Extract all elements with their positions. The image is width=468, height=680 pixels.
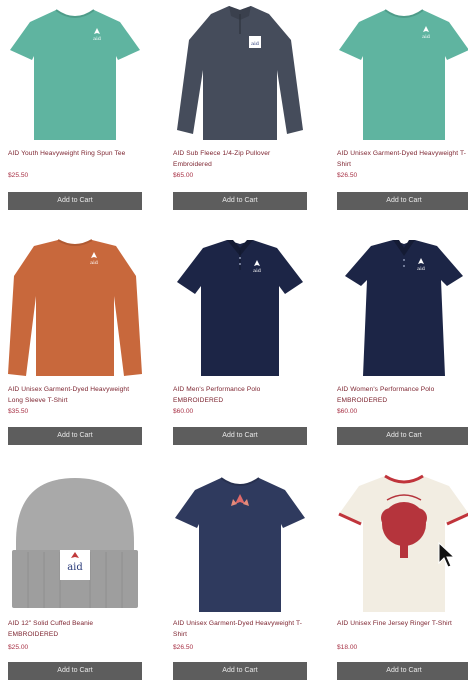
product-price: $26.50 [173, 644, 194, 651]
product-title[interactable]: AID Men's Performance Polo EMBROIDERED [173, 384, 307, 406]
product-image[interactable]: aid [173, 236, 307, 378]
product-title[interactable]: AID Unisex Garment-Dyed Heavyweight T-Sh… [173, 618, 307, 640]
product-price: $60.00 [337, 408, 358, 415]
svg-text:aid: aid [417, 266, 426, 272]
product-title[interactable]: AID 12" Solid Cuffed Beanie EMBROIDERED [8, 618, 142, 640]
product-price: $26.50 [337, 172, 358, 179]
add-to-cart-button[interactable]: Add to Cart [337, 427, 468, 445]
product-price: $25.50 [8, 172, 29, 179]
product-title[interactable]: AID Unisex Garment-Dyed Heavyweight Long… [8, 384, 142, 406]
product-title[interactable]: AID Unisex Fine Jersey Ringer T-Shirt [337, 618, 468, 629]
add-to-cart-button[interactable]: Add to Cart [337, 662, 468, 680]
product-title[interactable]: AID Youth Heavyweight Ring Spun Tee [8, 148, 142, 159]
product-image[interactable]: aid [173, 0, 307, 142]
product-image[interactable]: aid [337, 236, 468, 378]
mouse-cursor-icon [438, 541, 455, 568]
svg-text:aid: aid [253, 268, 262, 274]
svg-text:aid: aid [67, 562, 83, 573]
svg-text:aid: aid [422, 34, 431, 40]
product-price: $25.00 [8, 644, 29, 651]
product-image[interactable]: aid [337, 0, 468, 142]
svg-text:aid: aid [93, 36, 102, 42]
add-to-cart-button[interactable]: Add to Cart [337, 192, 468, 210]
product-price: $35.50 [8, 408, 29, 415]
product-price: $60.00 [173, 408, 194, 415]
aid-patch-icon: aid [60, 550, 90, 580]
product-price: $65.00 [173, 172, 194, 179]
add-to-cart-button[interactable]: Add to Cart [8, 662, 142, 680]
add-to-cart-button[interactable]: Add to Cart [173, 192, 307, 210]
product-image[interactable]: aid [8, 0, 142, 142]
product-image[interactable] [173, 472, 307, 614]
aid-patch-icon: aid [249, 36, 261, 48]
product-title[interactable]: AID Unisex Garment-Dyed Heavyweight T-Sh… [337, 148, 468, 170]
product-image[interactable]: aid [8, 236, 142, 378]
product-grid: aid AID Youth Heavyweight Ring Spun Tee … [0, 0, 468, 680]
product-title[interactable]: AID Sub Fleece 1/4-Zip Pullover Embroide… [173, 148, 307, 170]
add-to-cart-button[interactable]: Add to Cart [173, 427, 307, 445]
product-price: $18.00 [337, 644, 358, 651]
product-image[interactable]: aid [8, 472, 142, 614]
add-to-cart-button[interactable]: Add to Cart [173, 662, 307, 680]
add-to-cart-button[interactable]: Add to Cart [8, 192, 142, 210]
add-to-cart-button[interactable]: Add to Cart [8, 427, 142, 445]
product-title[interactable]: AID Women's Performance Polo EMBROIDERED [337, 384, 468, 406]
svg-text:aid: aid [90, 260, 99, 266]
svg-text:aid: aid [251, 41, 260, 47]
